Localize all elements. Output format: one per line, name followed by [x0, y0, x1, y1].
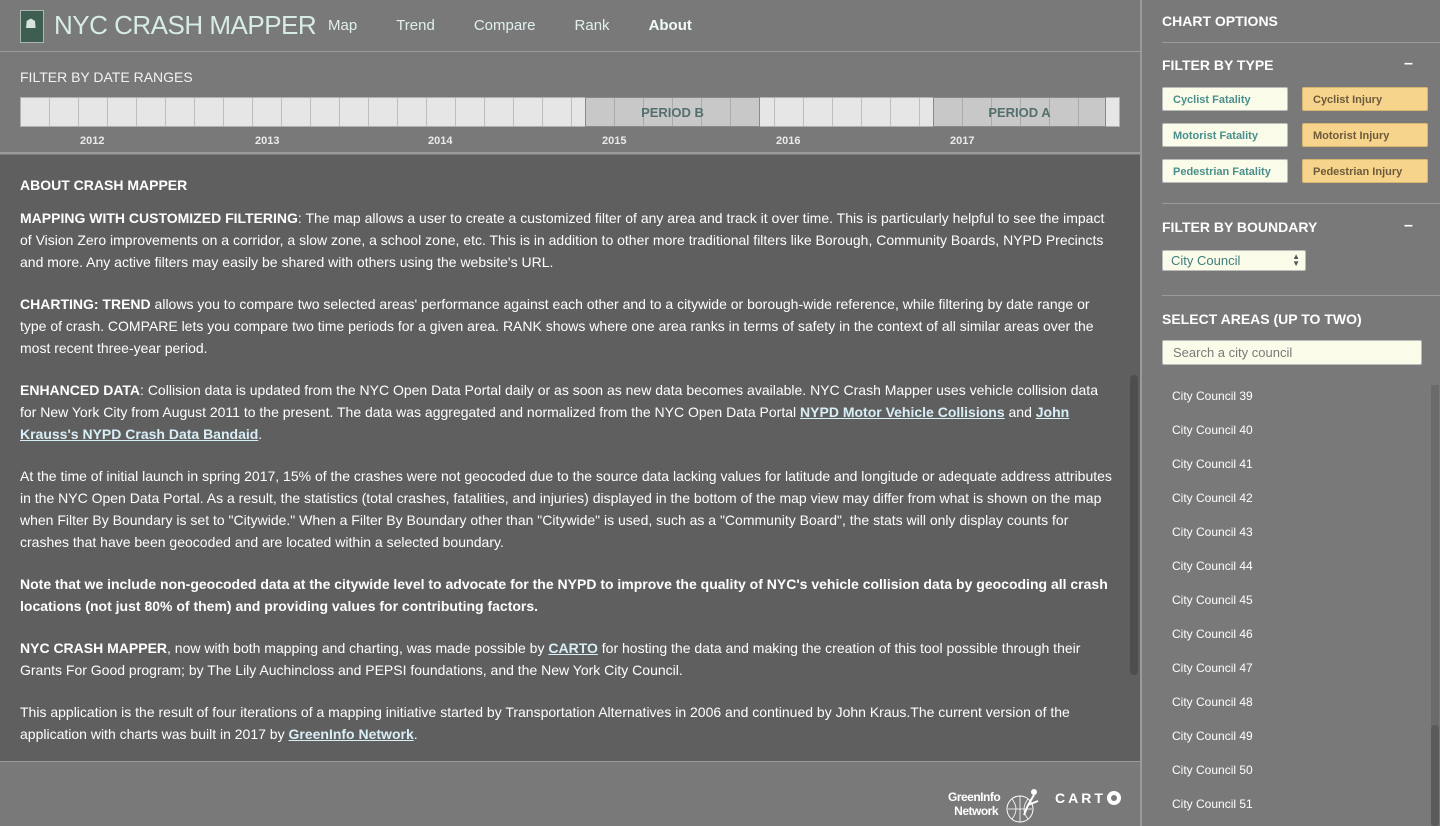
carto-dot-icon [1106, 791, 1121, 805]
list-item[interactable]: City Council 40 [1142, 419, 1440, 453]
about-paragraph-history: This application is the result of four i… [20, 701, 1115, 745]
about-paragraph-charting: CHARTING: TREND allows you to compare tw… [20, 293, 1115, 359]
about-title: ABOUT CRASH MAPPER [20, 177, 188, 193]
period-b-brush[interactable]: PERIOD B [585, 97, 760, 127]
list-item[interactable]: City Council 45 [1142, 589, 1440, 623]
boundary-select[interactable]: City Council ▲ ▼ [1162, 250, 1306, 271]
divider [1162, 295, 1440, 296]
about-scrollbar[interactable] [1130, 375, 1138, 675]
greeninfo-logo[interactable]: GreenInfo Network [948, 787, 1048, 826]
greeninfo-globe-icon [1006, 789, 1039, 823]
pedestrian-fatality-toggle[interactable]: Pedestrian Fatality [1162, 159, 1288, 183]
select-areas-title: SELECT AREAS (UP TO TWO) [1162, 311, 1362, 327]
chart-options-sidebar: CHART OPTIONS FILTER BY TYPE – Cyclist F… [1140, 0, 1440, 826]
logo-figure-icon: ☗ [25, 16, 37, 31]
para-text: and [1004, 404, 1036, 420]
footer: GreenInfo Network CART [0, 761, 1140, 826]
para-lead: ENHANCED DATA [20, 382, 141, 398]
main-panel: ☗ NYC CRASH MAPPER Map Trend Compare Ran… [0, 0, 1140, 826]
greeninfo-wordmark: GreenInfo Network [948, 790, 1001, 818]
nav-about[interactable]: About [649, 17, 692, 34]
list-item[interactable]: City Council 39 [1142, 385, 1440, 419]
list-item[interactable]: City Council 48 [1142, 691, 1440, 725]
divider [1162, 42, 1440, 43]
area-list: City Council 39 City Council 40 City Cou… [1142, 385, 1440, 826]
crashmapper-logo[interactable]: ☗ [20, 10, 44, 43]
chart-options-title: CHART OPTIONS [1162, 13, 1278, 29]
greeninfo-line1: GreenInfo [948, 790, 1001, 804]
motorist-injury-toggle[interactable]: Motorist Injury [1302, 123, 1428, 147]
year-label: 2012 [80, 135, 105, 147]
filter-boundary-collapse-button[interactable]: – [1404, 217, 1413, 235]
year-label: 2013 [255, 135, 280, 147]
year-label: 2016 [776, 135, 801, 147]
list-item[interactable]: City Council 49 [1142, 725, 1440, 759]
para-text: . [258, 426, 263, 442]
list-item[interactable]: City Council 43 [1142, 521, 1440, 555]
list-item[interactable]: City Council 44 [1142, 555, 1440, 589]
year-label: 2017 [950, 135, 975, 147]
scrollbar-thumb[interactable] [1431, 725, 1439, 826]
period-a-brush[interactable]: PERIOD A [933, 97, 1106, 127]
carto-wordmark: CART [1055, 790, 1106, 806]
para-text: allows you to compare two selected areas… [20, 296, 1094, 356]
carto-logo[interactable]: CART [1055, 790, 1121, 806]
greeninfo-link[interactable]: GreenInfo Network [288, 726, 413, 742]
list-item[interactable]: City Council 50 [1142, 759, 1440, 793]
nypd-collisions-link[interactable]: NYPD Motor Vehicle Collisions [800, 404, 1005, 420]
app-title[interactable]: NYC CRASH MAPPER [54, 10, 317, 41]
app: ☗ NYC CRASH MAPPER Map Trend Compare Ran… [0, 0, 1440, 826]
cyclist-fatality-toggle[interactable]: Cyclist Fatality [1162, 87, 1288, 111]
nav-trend[interactable]: Trend [396, 17, 435, 34]
greeninfo-line2: Network [954, 804, 998, 818]
period-b-label: PERIOD B [641, 105, 704, 120]
filter-type-collapse-button[interactable]: – [1404, 55, 1413, 73]
nav-compare[interactable]: Compare [474, 17, 536, 34]
filter-boundary-title: FILTER BY BOUNDARY [1162, 219, 1318, 235]
year-label: 2014 [428, 135, 453, 147]
about-paragraph-data: ENHANCED DATA: Collision data is updated… [20, 379, 1115, 445]
period-a-label: PERIOD A [988, 105, 1051, 120]
about-paragraph-credits: NYC CRASH MAPPER, now with both mapping … [20, 637, 1115, 681]
motorist-fatality-toggle[interactable]: Motorist Fatality [1162, 123, 1288, 147]
para-text: . [413, 726, 418, 742]
para-lead: NYC CRASH MAPPER [20, 640, 168, 656]
main-nav: Map Trend Compare Rank About [328, 17, 731, 34]
about-content: ABOUT CRASH MAPPER MAPPING WITH CUSTOMIZ… [0, 155, 1140, 761]
nav-rank[interactable]: Rank [575, 17, 610, 34]
area-list-scrollbar[interactable] [1431, 385, 1439, 826]
list-item[interactable]: City Council 47 [1142, 657, 1440, 691]
boundary-select-value: City Council [1171, 253, 1241, 268]
divider [1162, 203, 1440, 204]
para-text: This application is the result of four i… [20, 704, 1070, 742]
about-paragraph-geocoding: At the time of initial launch in spring … [20, 468, 1112, 550]
list-item[interactable]: City Council 51 [1142, 793, 1440, 826]
date-range-filter: FILTER BY DATE RANGES PERIOD B PERIOD A … [0, 52, 1140, 154]
nav-map[interactable]: Map [328, 17, 357, 34]
pedestrian-injury-toggle[interactable]: Pedestrian Injury [1302, 159, 1428, 183]
year-label: 2015 [602, 135, 627, 147]
date-filter-title: FILTER BY DATE RANGES [20, 69, 193, 85]
about-paragraph-note: Note that we include non-geocoded data a… [20, 576, 1108, 614]
area-search-input[interactable] [1162, 340, 1422, 365]
para-lead: MAPPING WITH CUSTOMIZED FILTERING [20, 210, 298, 226]
filter-type-title: FILTER BY TYPE [1162, 57, 1274, 73]
about-paragraph-mapping: MAPPING WITH CUSTOMIZED FILTERING: The m… [20, 207, 1115, 273]
header: ☗ NYC CRASH MAPPER Map Trend Compare Ran… [0, 0, 1140, 52]
list-item[interactable]: City Council 42 [1142, 487, 1440, 521]
carto-link[interactable]: CARTO [548, 640, 598, 656]
para-text: , now with both mapping and charting, wa… [167, 640, 549, 656]
select-arrows-icon: ▲ ▼ [1292, 252, 1300, 268]
para-lead: CHARTING: TREND [20, 296, 151, 312]
list-item[interactable]: City Council 46 [1142, 623, 1440, 657]
list-item[interactable]: City Council 41 [1142, 453, 1440, 487]
cyclist-injury-toggle[interactable]: Cyclist Injury [1302, 87, 1428, 111]
